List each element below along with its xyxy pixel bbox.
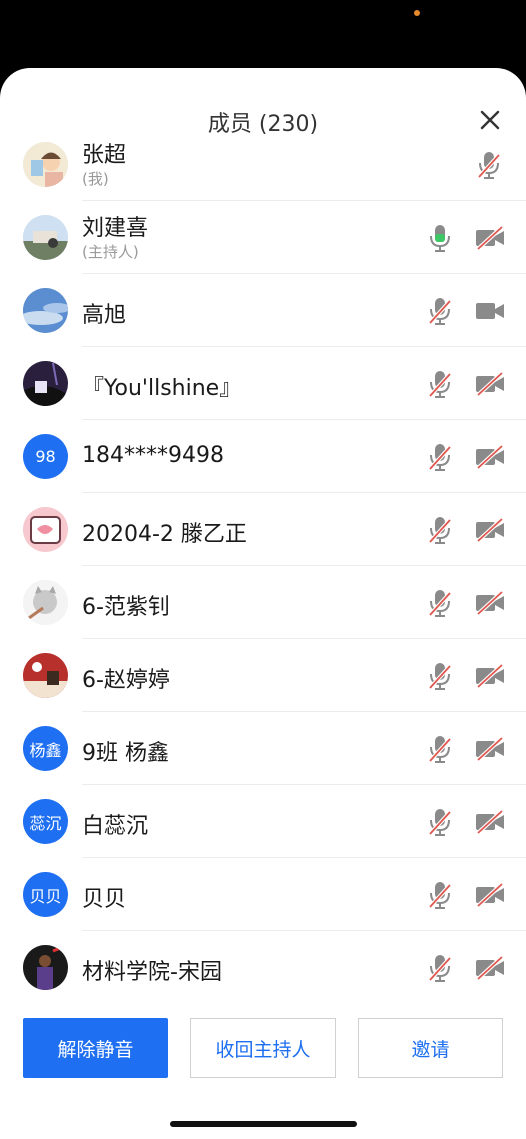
avatar xyxy=(23,288,68,333)
mic-muted-button[interactable] xyxy=(427,953,453,983)
avatar: 蕊沉 xyxy=(23,799,68,844)
avatar xyxy=(23,215,68,260)
mic-muted-icon xyxy=(428,517,452,544)
mic-muted-button[interactable] xyxy=(427,296,453,326)
invite-button[interactable]: 邀请 xyxy=(358,1018,503,1078)
unmute-button[interactable]: 解除静音 xyxy=(23,1018,168,1078)
member-role: (我) xyxy=(82,170,109,188)
member-row[interactable]: 高旭 xyxy=(0,274,526,347)
camera-off-icon xyxy=(476,590,504,616)
member-row[interactable]: 杨鑫 9班 杨鑫 xyxy=(0,712,526,785)
members-panel: 成员 (230) 张超 (我) 刘建喜 (主持人) 高旭 『You'llshin… xyxy=(0,68,526,1139)
camera-off-icon xyxy=(476,882,504,908)
camera-off-button[interactable] xyxy=(474,882,506,908)
avatar xyxy=(23,580,68,625)
camera-off-icon xyxy=(476,444,504,470)
mic-active-button[interactable] xyxy=(427,223,453,253)
mic-muted-button[interactable] xyxy=(427,369,453,399)
member-row[interactable]: 材料学院-宋园 xyxy=(0,931,526,1004)
member-list: 张超 (我) 刘建喜 (主持人) 高旭 『You'llshine』 98 184… xyxy=(0,141,526,1004)
camera-off-button[interactable] xyxy=(474,809,506,835)
mic-muted-button[interactable] xyxy=(476,150,502,180)
camera-off-icon xyxy=(476,736,504,762)
mic-muted-icon xyxy=(428,444,452,471)
member-name: 9班 杨鑫 xyxy=(82,741,169,766)
camera-off-button[interactable] xyxy=(474,444,506,470)
camera-off-icon xyxy=(476,955,504,981)
mic-muted-button[interactable] xyxy=(427,442,453,472)
member-row[interactable]: 蕊沉 白蕊沉 xyxy=(0,785,526,858)
member-name: 184****9498 xyxy=(82,443,224,468)
avatar: 杨鑫 xyxy=(23,726,68,771)
mic-muted-icon xyxy=(428,955,452,982)
member-name: 材料学院-宋园 xyxy=(82,960,222,985)
camera-off-icon xyxy=(476,517,504,543)
member-row[interactable]: 『You'llshine』 xyxy=(0,347,526,420)
member-name: 6-赵婷婷 xyxy=(82,668,170,693)
status-indicator-dot xyxy=(414,10,420,16)
member-name: 贝贝 xyxy=(82,887,127,912)
mic-muted-icon xyxy=(428,590,452,617)
camera-off-icon xyxy=(476,371,504,397)
member-name: 20204-2 滕乙正 xyxy=(82,522,247,547)
avatar xyxy=(23,361,68,406)
member-row[interactable]: 6-赵婷婷 xyxy=(0,639,526,712)
mic-muted-icon xyxy=(477,152,501,179)
mic-muted-icon xyxy=(428,663,452,690)
mic-muted-icon xyxy=(428,736,452,763)
camera-off-button[interactable] xyxy=(474,225,506,251)
member-row[interactable]: 贝贝 贝贝 xyxy=(0,858,526,931)
camera-off-button[interactable] xyxy=(474,590,506,616)
mic-muted-icon xyxy=(428,371,452,398)
camera-off-button[interactable] xyxy=(474,371,506,397)
camera-off-icon xyxy=(476,225,504,251)
mic-muted-icon xyxy=(428,298,452,325)
member-name: 张超 xyxy=(82,143,127,168)
camera-off-icon xyxy=(476,663,504,689)
camera-off-icon xyxy=(476,809,504,835)
mic-muted-button[interactable] xyxy=(427,734,453,764)
mic-muted-button[interactable] xyxy=(427,588,453,618)
mic-muted-icon xyxy=(428,882,452,909)
reclaim-host-button[interactable]: 收回主持人 xyxy=(190,1018,336,1078)
mic-muted-button[interactable] xyxy=(427,880,453,910)
member-row[interactable]: 6-范紫钊 xyxy=(0,566,526,639)
member-name: 刘建喜 xyxy=(82,216,149,241)
member-name: 白蕊沉 xyxy=(82,814,149,839)
mic-muted-button[interactable] xyxy=(427,661,453,691)
camera-off-button[interactable] xyxy=(474,517,506,543)
camera-off-button[interactable] xyxy=(474,663,506,689)
camera-off-button[interactable] xyxy=(474,955,506,981)
member-row[interactable]: 98 184****9498 xyxy=(0,420,526,493)
mic-muted-button[interactable] xyxy=(427,515,453,545)
member-row[interactable]: 刘建喜 (主持人) xyxy=(0,201,526,274)
member-name: 『You'llshine』 xyxy=(82,376,242,401)
camera-off-button[interactable] xyxy=(474,736,506,762)
avatar xyxy=(23,507,68,552)
avatar xyxy=(23,945,68,990)
camera-icon xyxy=(476,303,504,319)
avatar xyxy=(23,653,68,698)
avatar: 贝贝 xyxy=(23,872,68,917)
avatar xyxy=(23,142,68,187)
member-name: 高旭 xyxy=(82,303,127,328)
member-row[interactable]: 20204-2 滕乙正 xyxy=(0,493,526,566)
member-name: 6-范紫钊 xyxy=(82,595,170,620)
mic-active-icon xyxy=(430,225,450,252)
home-indicator xyxy=(170,1121,357,1127)
mic-muted-icon xyxy=(428,809,452,836)
member-row[interactable]: 张超 (我) xyxy=(0,128,526,201)
member-role: (主持人) xyxy=(82,243,139,261)
avatar: 98 xyxy=(23,434,68,479)
camera-on-button[interactable] xyxy=(474,298,506,324)
mic-muted-button[interactable] xyxy=(427,807,453,837)
